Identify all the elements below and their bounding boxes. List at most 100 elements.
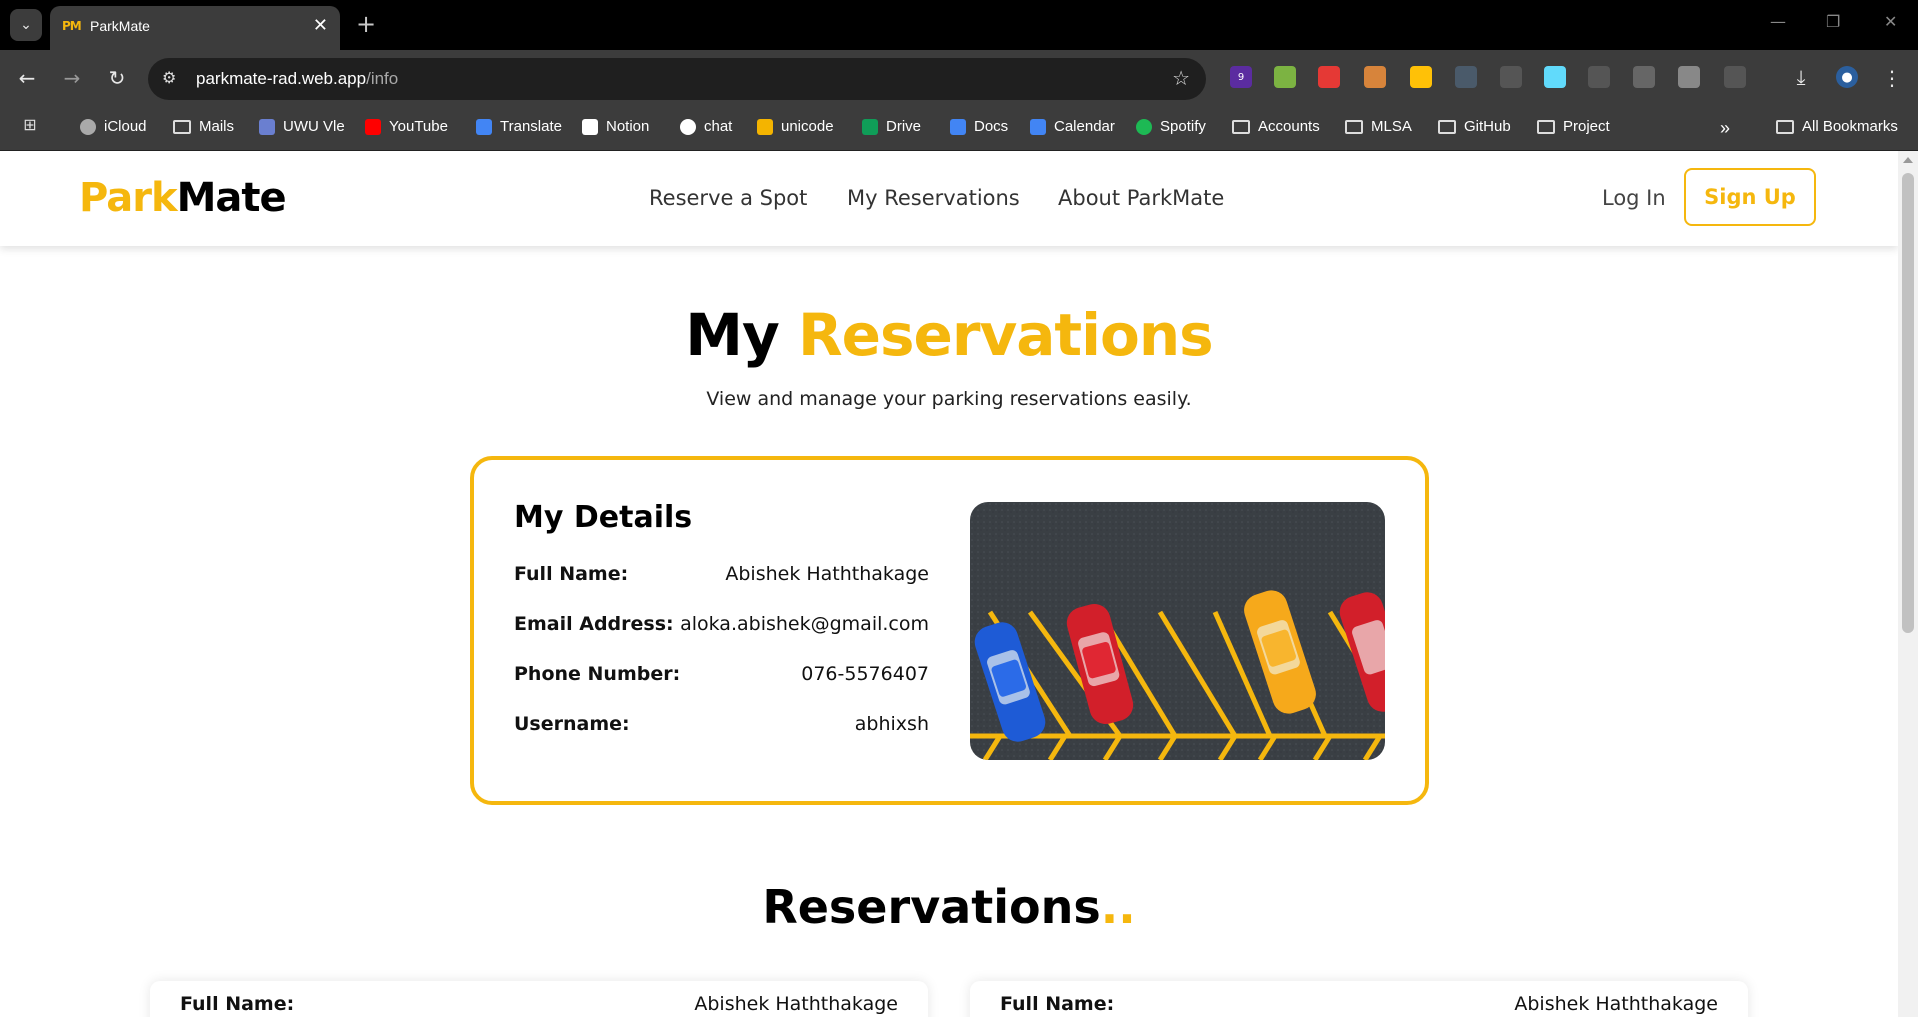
browser-toolbar: ← → ↻ ⚙ parkmate-rad.web.app/info ☆ 9 ⤓ … xyxy=(0,50,1918,108)
apple-icon xyxy=(80,118,96,135)
detail-row-full-name: Full Name: Abishek Haththakage xyxy=(514,563,929,585)
bookmark-label: Docs xyxy=(974,118,1009,135)
forward-button[interactable]: → xyxy=(59,66,85,90)
bookmark-drive[interactable]: Drive xyxy=(862,118,921,135)
bookmark-accounts[interactable]: Accounts xyxy=(1232,118,1320,135)
reservation-row-full-name: Full Name: Abishek Haththakage xyxy=(180,993,898,1015)
ext-react-icon[interactable] xyxy=(1544,66,1566,88)
my-details-card: My Details Full Name: Abishek Haththakage… xyxy=(470,456,1429,805)
bookmark-unicode[interactable]: unicode xyxy=(757,118,834,135)
bookmark-spotify[interactable]: Spotify xyxy=(1136,118,1206,135)
bookmark-mlsa[interactable]: MLSA xyxy=(1345,118,1412,135)
page-subtitle: View and manage your parking reservation… xyxy=(706,388,1192,410)
folder-icon xyxy=(1776,119,1794,134)
detail-row-username: Username: abhixsh xyxy=(514,713,929,735)
ext-red-hand-icon[interactable] xyxy=(1318,66,1340,88)
chatgpt-icon xyxy=(680,118,696,135)
close-window-icon[interactable]: ✕ xyxy=(1884,12,1897,31)
all-bookmarks-label: All Bookmarks xyxy=(1802,118,1898,135)
folder-icon xyxy=(1232,119,1250,134)
bookmark-label: Spotify xyxy=(1160,118,1206,135)
bookmark-calendar[interactable]: Calendar xyxy=(1030,118,1115,135)
address-bar[interactable]: ⚙ parkmate-rad.web.app/info ☆ xyxy=(148,58,1206,100)
detail-row-phone: Phone Number: 076-5576407 xyxy=(514,663,929,685)
bookmark-label: unicode xyxy=(781,118,834,135)
unicode-icon xyxy=(757,118,773,135)
nav-about[interactable]: About ParkMate xyxy=(1058,186,1224,210)
bookmarks-overflow-icon[interactable]: » xyxy=(1720,118,1730,139)
ext-s-icon[interactable] xyxy=(1455,66,1477,88)
nav-my-reservations[interactable]: My Reservations xyxy=(847,186,1020,210)
login-link[interactable]: Log In xyxy=(1602,186,1666,210)
restore-icon[interactable]: ❐ xyxy=(1826,12,1840,31)
download-icon[interactable]: ⤓ xyxy=(1790,65,1812,89)
ext-puzzle-icon[interactable] xyxy=(1724,66,1746,88)
parking-lot-image xyxy=(970,502,1385,760)
ext-green-icon[interactable] xyxy=(1274,66,1296,88)
browser-tab-strip: ⌄ PM ParkMate ✕ + — ❐ ✕ xyxy=(0,0,1918,50)
bookmark-star-icon[interactable]: ☆ xyxy=(1172,66,1190,90)
ext-c-icon[interactable] xyxy=(1633,66,1655,88)
ext-badge: 9 xyxy=(1237,71,1245,83)
bookmark-mails[interactable]: Mails xyxy=(173,118,234,135)
bookmark-label: Accounts xyxy=(1258,118,1320,135)
apps-grid-icon[interactable]: ⊞ xyxy=(22,118,38,134)
notion-icon xyxy=(582,118,598,135)
ext-cookie-icon[interactable] xyxy=(1364,66,1386,88)
reservation-row-full-name: Full Name: Abishek Haththakage xyxy=(1000,993,1718,1015)
details-title: My Details xyxy=(514,500,693,535)
all-bookmarks[interactable]: All Bookmarks xyxy=(1776,118,1898,135)
reservation-card: Full Name: Abishek Haththakage xyxy=(150,981,928,1017)
bookmark-project[interactable]: Project xyxy=(1537,118,1610,135)
bookmark-label: UWU Vle xyxy=(283,118,345,135)
folder-icon xyxy=(1537,119,1555,134)
drive-icon xyxy=(862,118,878,135)
tab-favicon: PM xyxy=(62,19,82,33)
parkmate-logo[interactable]: ParkMate xyxy=(79,175,287,221)
bookmark-translate[interactable]: Translate xyxy=(476,118,562,135)
url-text[interactable]: parkmate-rad.web.app/info xyxy=(196,69,398,89)
close-tab-icon[interactable]: ✕ xyxy=(313,15,328,36)
bookmark-label: iCloud xyxy=(104,118,147,135)
bookmark-label: YouTube xyxy=(389,118,448,135)
bookmark-youtube[interactable]: YouTube xyxy=(365,118,448,135)
minimize-icon[interactable]: — xyxy=(1770,12,1786,31)
ext-eyedropper-icon[interactable] xyxy=(1410,66,1432,88)
youtube-icon xyxy=(365,118,381,135)
tab-title: ParkMate xyxy=(90,18,150,34)
bookmark-chat[interactable]: chat xyxy=(680,118,732,135)
reservation-card: Full Name: Abishek Haththakage xyxy=(970,981,1748,1017)
spotify-icon xyxy=(1136,118,1152,135)
bookmark-docs[interactable]: Docs xyxy=(950,118,1008,135)
bookmark-label: Translate xyxy=(500,118,562,135)
reservations-title: Reservations.. xyxy=(762,880,1136,934)
site-info-icon[interactable]: ⚙ xyxy=(162,68,176,87)
page-title: My Reservations xyxy=(685,301,1213,369)
bookmark-label: MLSA xyxy=(1371,118,1412,135)
tab-search-button[interactable]: ⌄ xyxy=(10,9,42,41)
ext-purple-badge-icon[interactable]: 9 xyxy=(1230,66,1252,88)
bookmark-label: Calendar xyxy=(1054,118,1115,135)
profile-avatar[interactable]: ● xyxy=(1836,66,1858,88)
new-tab-button[interactable]: + xyxy=(356,10,376,38)
reload-button[interactable]: ↻ xyxy=(104,66,130,90)
back-button[interactable]: ← xyxy=(14,66,40,90)
uwu-icon xyxy=(259,118,275,135)
ext-image-icon[interactable] xyxy=(1500,66,1522,88)
browser-menu-icon[interactable]: ⋮ xyxy=(1882,66,1902,90)
bookmark-uwu-vle[interactable]: UWU Vle xyxy=(259,118,345,135)
page-viewport: ParkMate Reserve a Spot My Reservations … xyxy=(0,151,1898,1017)
bookmark-github[interactable]: GitHub xyxy=(1438,118,1511,135)
scroll-up-arrow-icon[interactable] xyxy=(1903,157,1913,163)
bookmark-label: Notion xyxy=(606,118,650,135)
bookmark-icloud[interactable]: iCloud xyxy=(80,118,147,135)
browser-tab[interactable]: PM ParkMate ✕ xyxy=(50,6,340,50)
page-scrollbar[interactable] xyxy=(1898,151,1918,1017)
ext-diamond-icon[interactable] xyxy=(1678,66,1700,88)
ext-mouse-icon[interactable] xyxy=(1588,66,1610,88)
bookmark-notion[interactable]: Notion xyxy=(582,118,649,135)
scroll-thumb[interactable] xyxy=(1902,173,1914,633)
bookmark-label: Project xyxy=(1563,118,1610,135)
nav-reserve-spot[interactable]: Reserve a Spot xyxy=(649,186,807,210)
signup-button[interactable]: Sign Up xyxy=(1684,168,1816,226)
